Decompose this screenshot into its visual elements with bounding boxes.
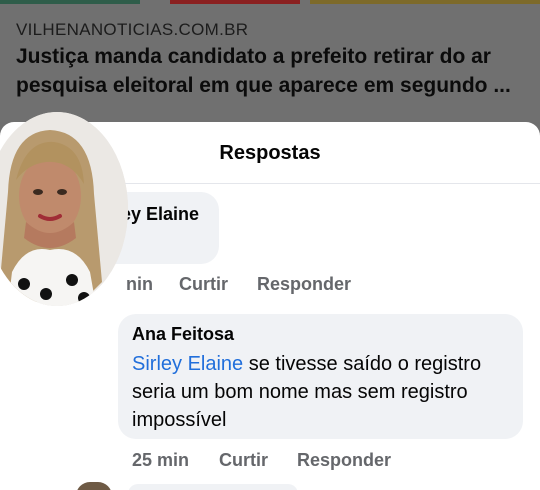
comment-like-button[interactable]: Curtir (179, 274, 228, 295)
next-comment-bubble (128, 484, 298, 490)
comment-time: nin (126, 274, 153, 294)
reply-text: Sirley Elaine se tivesse saído o registr… (132, 350, 512, 434)
reply-reply-button[interactable]: Responder (297, 450, 391, 471)
preview-domain: VILHENANOTICIAS.COM.BR (16, 20, 249, 39)
preview-image-edge (0, 0, 540, 6)
screen: VILHENANOTICIAS.COM.BR Justiça manda can… (0, 0, 540, 490)
reply-bubble[interactable]: Ana Feitosa Sirley Elaine se tivesse saí… (118, 314, 523, 439)
link-preview[interactable]: VILHENANOTICIAS.COM.BR Justiça manda can… (0, 0, 540, 122)
next-comment-avatar (76, 482, 112, 490)
reply-author[interactable]: Ana Feitosa (132, 324, 234, 345)
mention-link[interactable]: Sirley Elaine (132, 353, 243, 375)
preview-title[interactable]: Justiça manda candidato a prefeito retir… (16, 42, 531, 100)
reply-time: 25 min (132, 450, 190, 470)
comment-reply-button[interactable]: Responder (257, 274, 351, 295)
reply-like-button[interactable]: Curtir (219, 450, 268, 471)
